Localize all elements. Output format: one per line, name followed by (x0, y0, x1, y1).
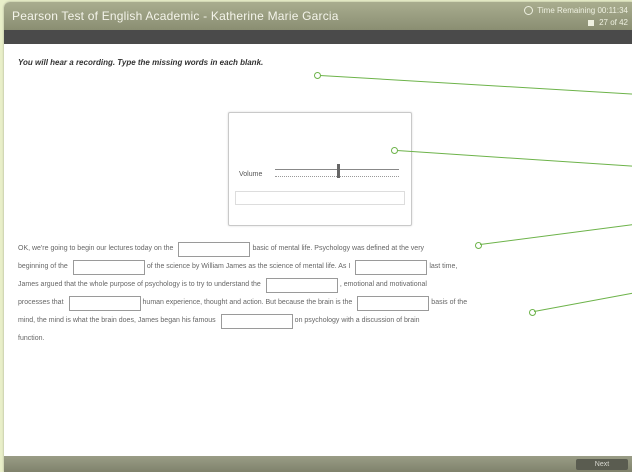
passage-text: last time, (429, 263, 458, 270)
passage-line: processes that human experience, thought … (18, 294, 618, 312)
passage-text: basic of mental life. Psychology was def… (252, 245, 425, 252)
passage-text: function. (18, 335, 45, 342)
footer-bar: Next (4, 456, 632, 472)
audio-player: Volume (228, 112, 412, 226)
timer-text: Time Remaining 00:11:34 (537, 6, 628, 15)
question-counter: 27 of 42 (587, 18, 628, 27)
passage-text: basis of the (431, 299, 468, 306)
passage-text: OK, we're going to begin our lectures to… (18, 245, 174, 252)
title-bar: Pearson Test of English Academic - Kathe… (4, 2, 632, 30)
passage-text: human experience, thought and action. Bu… (142, 299, 353, 306)
passage-line: James argued that the whole purpose of p… (18, 276, 618, 294)
blank-input-4[interactable] (265, 277, 338, 293)
passage-text: on psychology with a discussion of brain (294, 317, 420, 324)
volume-slider[interactable] (275, 164, 399, 181)
instruction-text: You will hear a recording. Type the miss… (18, 58, 264, 67)
blank-input-2[interactable] (72, 259, 145, 275)
passage-text: mind, the mind is what the brain does, J… (18, 317, 216, 324)
list-icon (587, 20, 594, 26)
blank-input-5[interactable] (68, 295, 141, 311)
blank-input-6[interactable] (357, 295, 430, 311)
toolbar-strip (4, 30, 632, 44)
passage-line: mind, the mind is what the brain does, J… (18, 312, 618, 330)
blank-input-1[interactable] (178, 241, 251, 257)
counter-text: 27 of 42 (599, 18, 628, 27)
window-title: Pearson Test of English Academic - Kathe… (12, 9, 339, 23)
next-button[interactable]: Next (576, 459, 628, 470)
time-remaining: Time Remaining 00:11:34 (524, 6, 628, 15)
blank-input-3[interactable] (355, 259, 428, 275)
passage: OK, we're going to begin our lectures to… (18, 240, 618, 348)
clock-icon (524, 6, 534, 15)
passage-text: of the science by William James as the s… (146, 263, 351, 270)
audio-progress (235, 191, 405, 205)
passage-text: beginning of the (18, 263, 68, 270)
passage-text: processes that (18, 299, 64, 306)
passage-text: , emotional and motivational (339, 281, 427, 288)
passage-line: OK, we're going to begin our lectures to… (18, 240, 618, 258)
passage-line: function. (18, 330, 618, 348)
volume-label: Volume (239, 171, 263, 178)
blank-input-7[interactable] (220, 313, 293, 329)
passage-text: James argued that the whole purpose of p… (18, 281, 261, 288)
passage-line: beginning of the of the science by Willia… (18, 258, 618, 276)
slider-thumb[interactable] (337, 164, 340, 178)
